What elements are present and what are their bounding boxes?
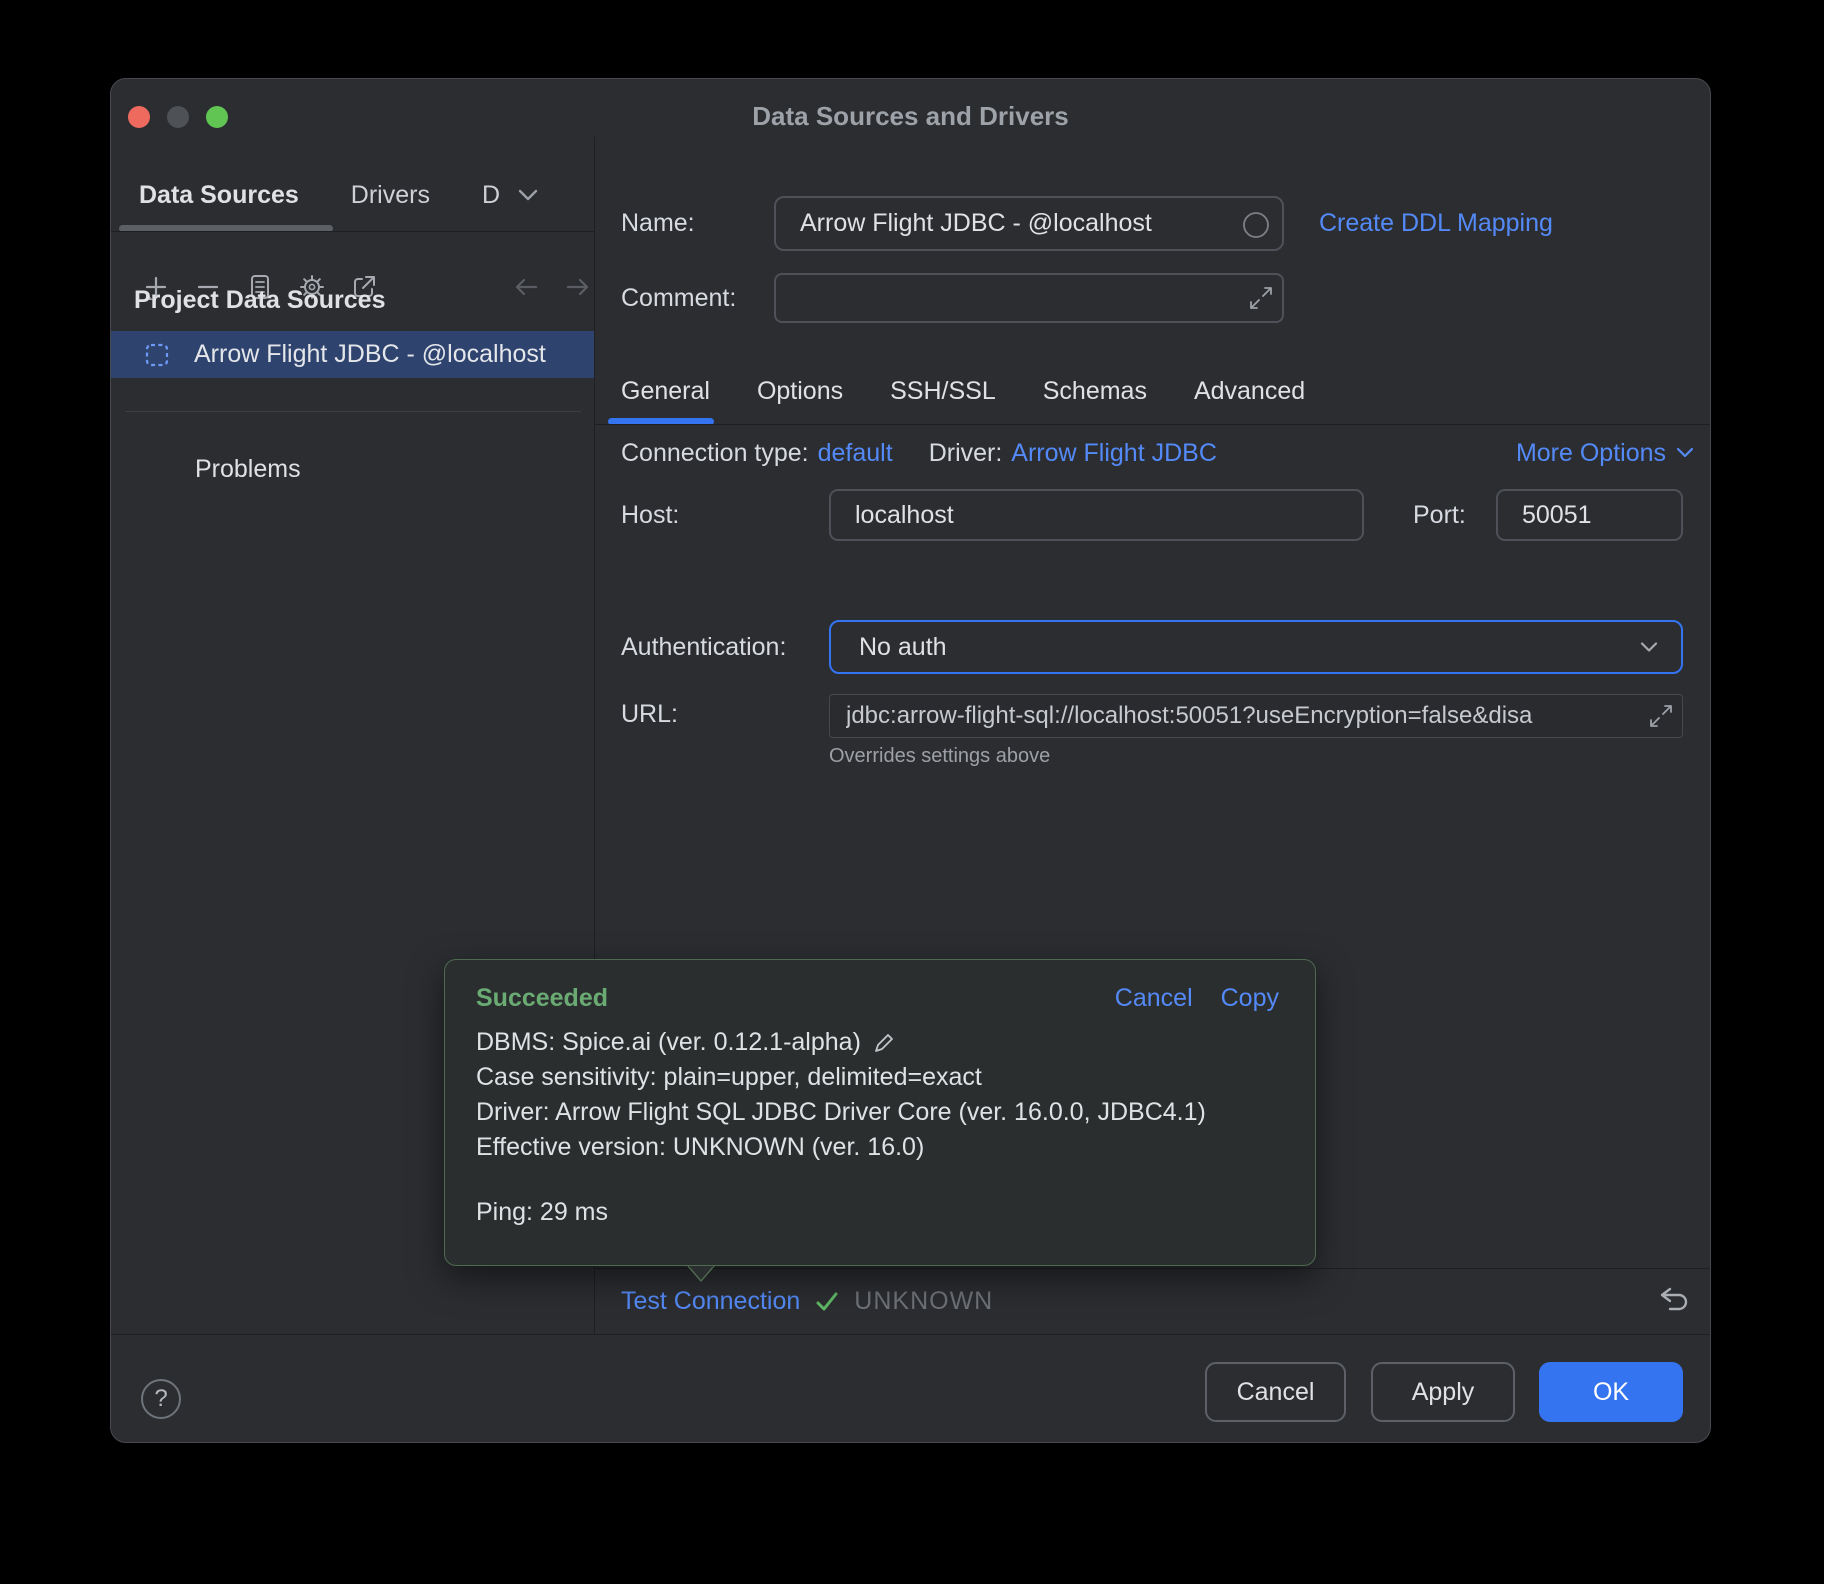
forward-icon [563, 272, 593, 302]
status-badge: Succeeded [476, 984, 608, 1013]
test-connection-popup: Succeeded Cancel Copy DBMS: Spice.ai (ve… [444, 959, 1316, 1266]
form-hairline [594, 424, 1711, 425]
tab-ddl-truncated[interactable]: D [482, 181, 499, 210]
project-data-sources-header: Project Data Sources [134, 285, 386, 315]
loading-ring-icon [1242, 211, 1270, 239]
tab-general[interactable]: General [621, 377, 710, 406]
more-options-label: More Options [1516, 439, 1666, 468]
name-input[interactable]: Arrow Flight JDBC - @localhost [774, 196, 1284, 251]
case-sensitivity-line: Case sensitivity: plain=upper, delimited… [476, 1060, 1279, 1095]
popup-caret [687, 1266, 715, 1282]
edit-pencil-icon[interactable] [871, 1030, 897, 1056]
create-ddl-mapping-link[interactable]: Create DDL Mapping [1319, 208, 1553, 238]
url-hint: Overrides settings above [829, 745, 1050, 768]
sidebar-hairline [111, 231, 594, 232]
apply-button[interactable]: Apply [1371, 1362, 1515, 1422]
titlebar: Data Sources and Drivers [111, 79, 1710, 137]
more-options-link[interactable]: More Options [1516, 435, 1694, 471]
expand-icon[interactable] [1648, 703, 1674, 729]
test-status-text: UNKNOWN [854, 1287, 993, 1316]
comment-input[interactable] [774, 273, 1284, 323]
tab-advanced[interactable]: Advanced [1194, 377, 1305, 406]
ok-button[interactable]: OK [1539, 1362, 1683, 1422]
comment-label: Comment: [621, 283, 736, 313]
authentication-select[interactable]: No auth [829, 620, 1683, 674]
form-tabbar: General Options SSH/SSL Schemas Advanced [621, 371, 1305, 411]
connection-type-label: Connection type: [621, 439, 809, 468]
driver-line: Driver: Arrow Flight SQL JDBC Driver Cor… [476, 1095, 1279, 1130]
chevron-down-icon [1676, 447, 1694, 459]
data-source-label: Arrow Flight JDBC - @localhost [194, 340, 546, 369]
driver-value-link[interactable]: Arrow Flight JDBC [1011, 439, 1217, 468]
forward-button[interactable] [563, 272, 593, 302]
dbms-line: DBMS: Spice.ai (ver. 0.12.1-alpha) [476, 1025, 1279, 1060]
url-label: URL: [621, 699, 678, 729]
back-icon [511, 272, 541, 302]
tab-schemas[interactable]: Schemas [1043, 377, 1147, 406]
data-source-row-selected[interactable]: Arrow Flight JDBC - @localhost [111, 331, 594, 378]
dialog-footer: ? Cancel Apply OK [111, 1334, 1711, 1443]
back-button[interactable] [511, 272, 541, 302]
name-value: Arrow Flight JDBC - @localhost [800, 209, 1152, 238]
connection-type-value[interactable]: default [818, 439, 893, 468]
driver-label: Driver: [929, 439, 1003, 468]
data-sources-dialog: Data Sources and Drivers Data Sources Dr… [110, 78, 1711, 1443]
port-label: Port: [1413, 500, 1466, 530]
tab-drivers[interactable]: Drivers [351, 181, 430, 210]
dbms-text: DBMS: Spice.ai (ver. 0.12.1-alpha) [476, 1025, 861, 1060]
screen: Data Sources and Drivers Data Sources Dr… [0, 0, 1824, 1584]
tab-data-sources[interactable]: Data Sources [139, 181, 299, 210]
host-value: localhost [855, 501, 954, 530]
sidebar-tabbar: Data Sources Drivers D [111, 165, 594, 225]
revert-button[interactable] [1656, 1283, 1692, 1319]
port-input[interactable]: 50051 [1496, 489, 1683, 541]
cancel-button[interactable]: Cancel [1205, 1362, 1346, 1422]
check-icon [813, 1290, 841, 1314]
effective-version-line: Effective version: UNKNOWN (ver. 16.0) [476, 1130, 1279, 1165]
sidebar-separator [125, 411, 581, 412]
chevron-down-icon[interactable] [517, 188, 539, 202]
tab-options[interactable]: Options [757, 377, 843, 406]
ping-line: Ping: 29 ms [476, 1195, 1279, 1230]
name-label: Name: [621, 208, 695, 238]
host-input[interactable]: localhost [829, 489, 1364, 541]
test-connection-link[interactable]: Test Connection [621, 1287, 800, 1316]
popup-copy-link[interactable]: Copy [1221, 984, 1279, 1013]
url-input[interactable]: jdbc:arrow-flight-sql://localhost:50051?… [829, 694, 1683, 738]
connection-type-row: Connection type: default Driver: Arrow F… [621, 435, 1217, 471]
help-button[interactable]: ? [141, 1379, 181, 1419]
expand-icon[interactable] [1248, 285, 1274, 311]
data-source-icon [144, 342, 170, 368]
authentication-label: Authentication: [621, 632, 786, 662]
sidebar-item-problems[interactable]: Problems [195, 453, 301, 485]
chevron-down-icon [1639, 641, 1659, 654]
tab-ssh-ssl[interactable]: SSH/SSL [890, 377, 996, 406]
host-label: Host: [621, 500, 679, 530]
popup-cancel-link[interactable]: Cancel [1115, 984, 1193, 1013]
popup-header: Succeeded Cancel Copy [476, 984, 1279, 1013]
url-value: jdbc:arrow-flight-sql://localhost:50051?… [846, 702, 1642, 730]
undo-icon [1657, 1285, 1691, 1317]
window-title: Data Sources and Drivers [111, 101, 1710, 132]
port-value: 50051 [1522, 501, 1592, 530]
authentication-value: No auth [859, 633, 947, 662]
test-connection-row: Test Connection UNKNOWN [594, 1268, 1711, 1334]
help-question-mark: ? [154, 1385, 167, 1413]
